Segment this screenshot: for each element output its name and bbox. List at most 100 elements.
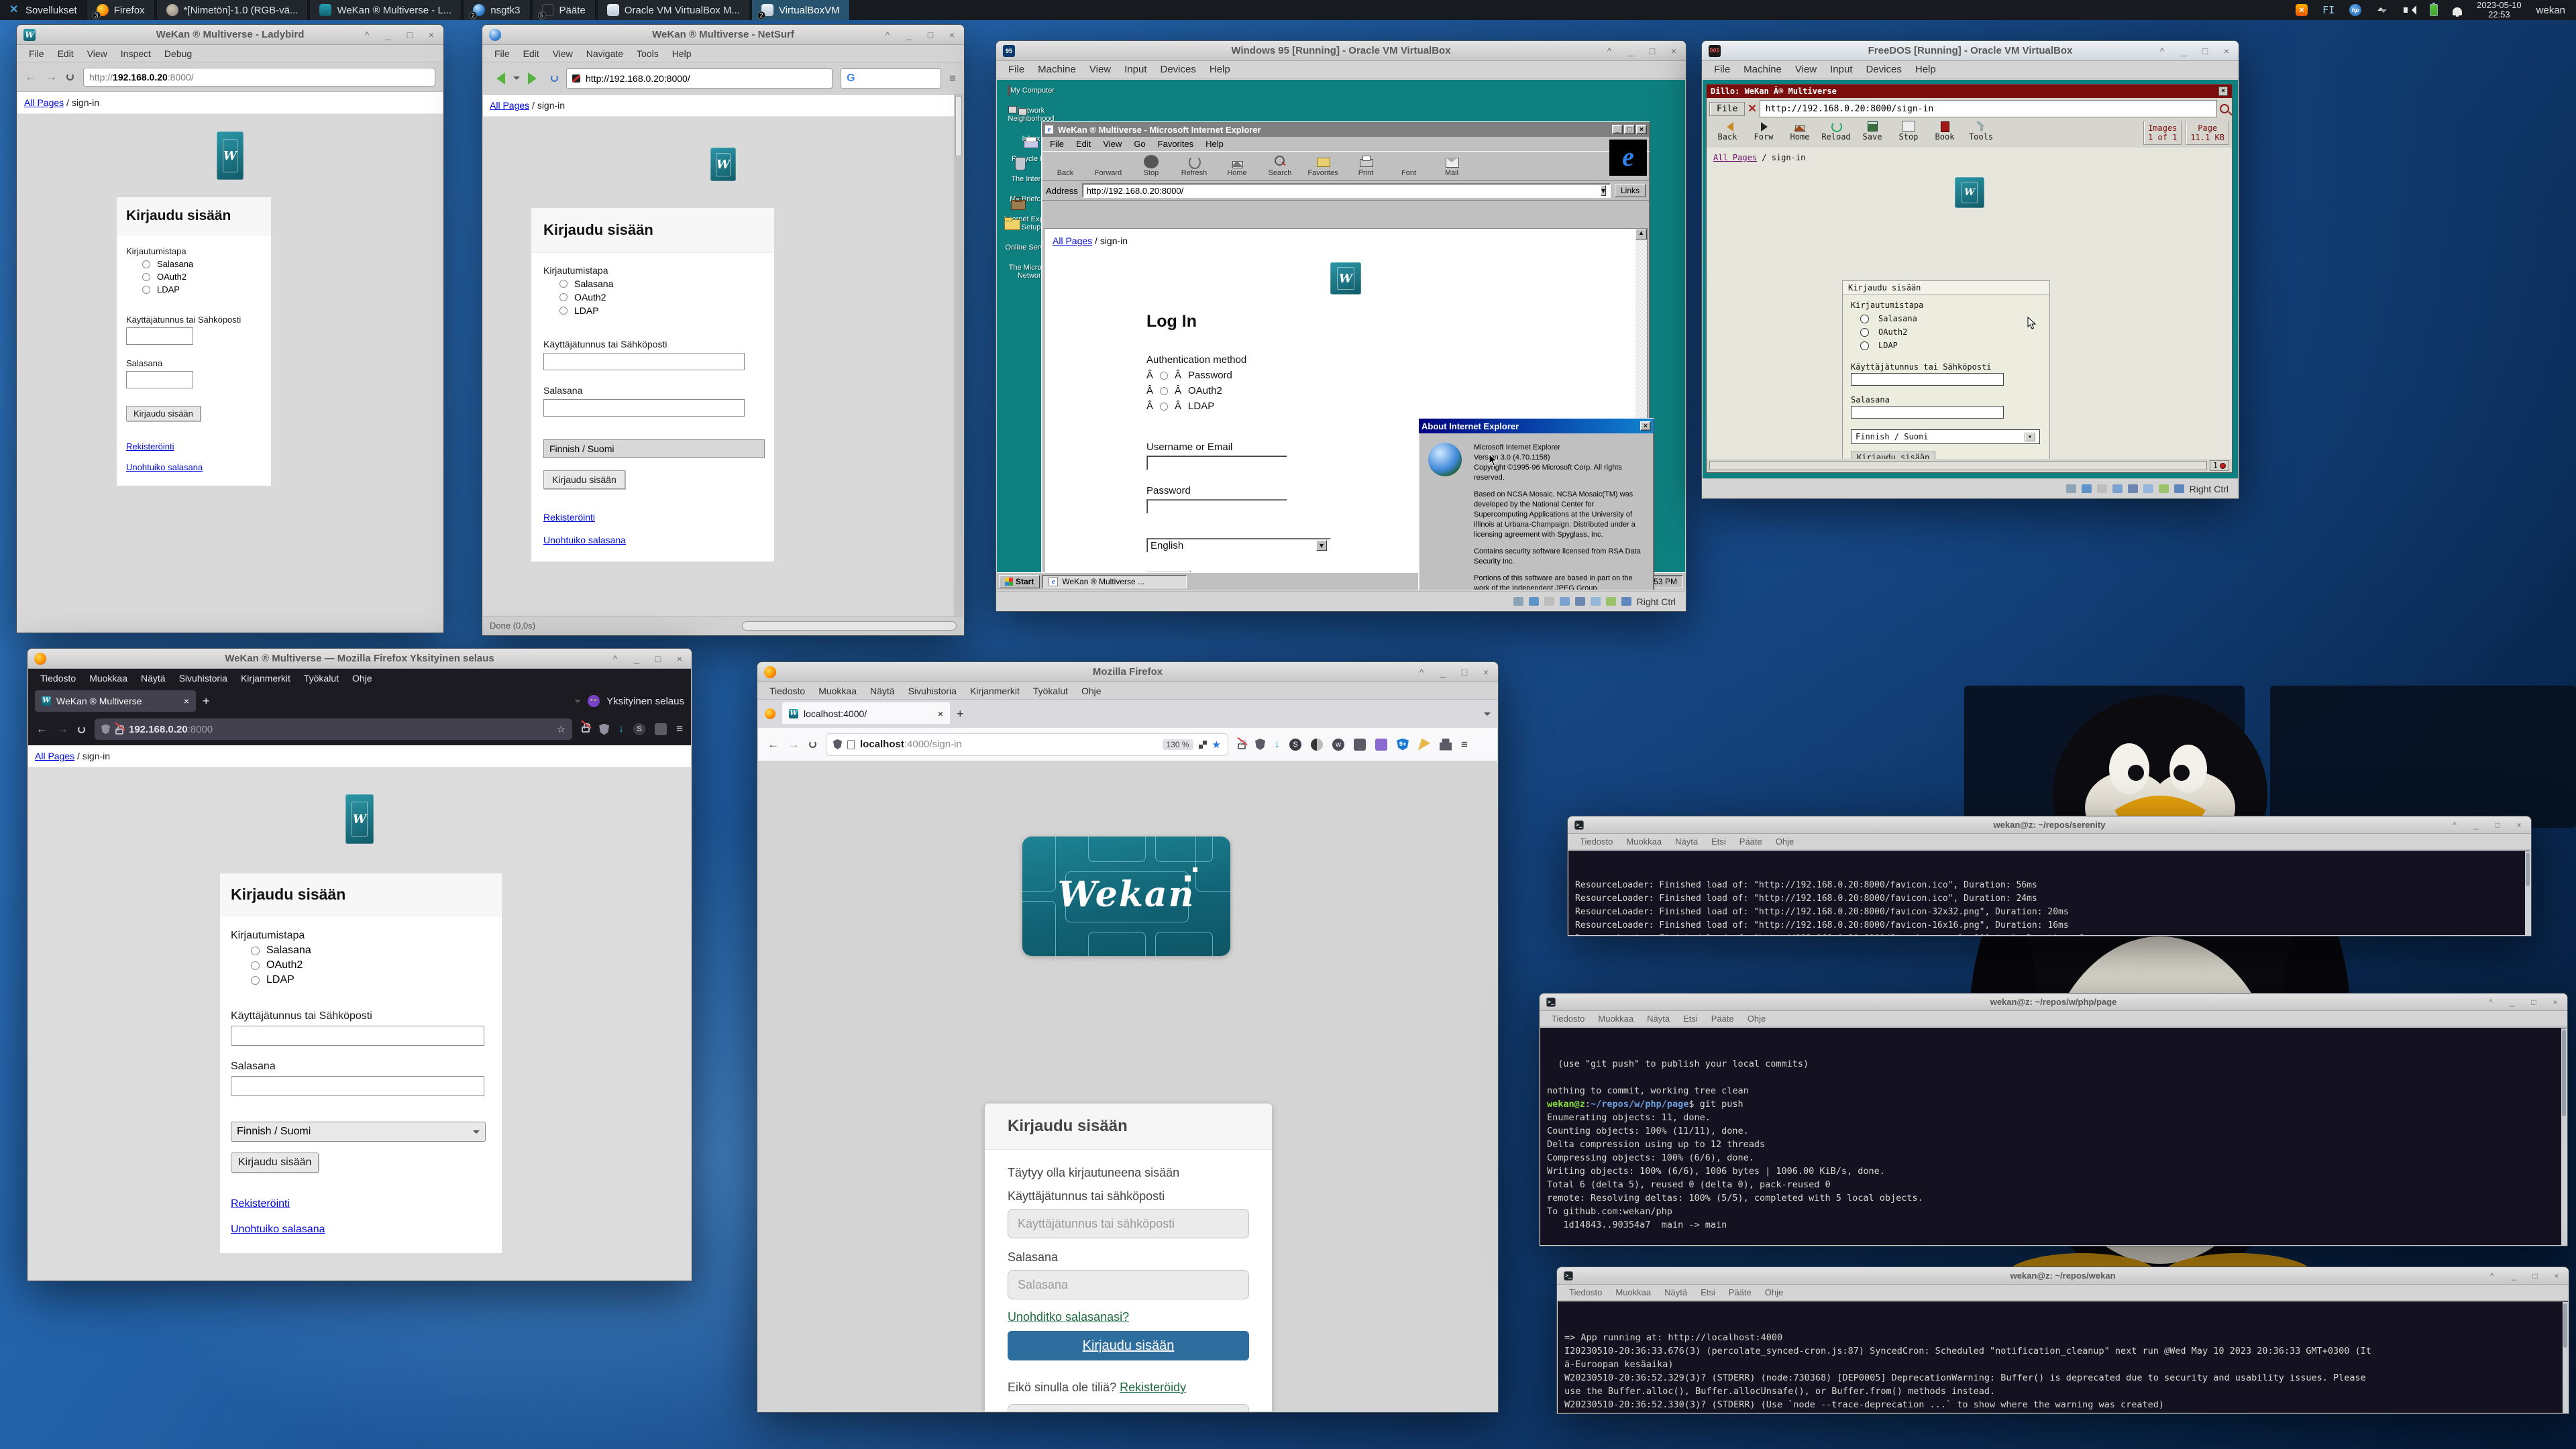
- menu-item[interactable]: Etsi: [1694, 1286, 1722, 1299]
- downloads-icon[interactable]: ↓: [1275, 739, 1280, 751]
- password-input[interactable]: [543, 399, 745, 417]
- taskbar-window-button[interactable]: Pääte 5: [532, 0, 596, 20]
- menu-item[interactable]: Pääte: [1722, 1286, 1758, 1299]
- terminal-titlebar[interactable]: >_ wekan@z: ~/repos/wekan ^_□×: [1557, 1267, 2569, 1285]
- radio-button[interactable]: [1860, 341, 1869, 350]
- username-input[interactable]: [543, 353, 745, 370]
- protections-icon[interactable]: [599, 724, 609, 735]
- menu-item[interactable]: Ohje: [1758, 1286, 1790, 1299]
- vbox-titlebar[interactable]: 95 Windows 95 [Running] - Oracle VM Virt…: [996, 41, 1686, 61]
- menu-item[interactable]: Muokkaa: [1619, 835, 1668, 848]
- password-input[interactable]: [231, 1076, 484, 1096]
- menu-item[interactable]: View: [546, 47, 580, 60]
- menu-item[interactable]: Help: [1909, 62, 1943, 76]
- rollup-button[interactable]: ^: [2485, 998, 2496, 1007]
- terminal-titlebar[interactable]: >_ wekan@z: ~/repos/serenity ^_□×: [1568, 816, 2531, 834]
- radio-button[interactable]: [559, 307, 568, 315]
- network-icon[interactable]: [2376, 4, 2388, 16]
- close-button[interactable]: ×: [426, 30, 437, 40]
- radio-button[interactable]: [1860, 328, 1869, 337]
- menu-item[interactable]: Muokkaa: [812, 684, 863, 698]
- password-input[interactable]: [1146, 499, 1287, 514]
- applications-menu-button[interactable]: ✕ Sovellukset: [0, 0, 87, 20]
- minimize-button[interactable]: _: [1438, 667, 1448, 678]
- menu-item[interactable]: Edit: [517, 47, 546, 60]
- ladybird-titlebar[interactable]: W WeKan ® Multiverse - Ladybird ^_□×: [17, 25, 443, 45]
- menu-item[interactable]: Näytä: [134, 672, 172, 685]
- menu-item[interactable]: Edit: [1071, 138, 1096, 150]
- register-link[interactable]: Rekisteröinti: [231, 1198, 290, 1210]
- search-icon[interactable]: [2220, 104, 2229, 113]
- menu-item[interactable]: Etsi: [1705, 835, 1733, 848]
- signin-button[interactable]: Kirjaudu sisään: [1008, 1331, 1249, 1360]
- minimize-button[interactable]: _: [904, 30, 914, 40]
- register-link[interactable]: Rekisteröinti: [126, 441, 174, 451]
- all-pages-link[interactable]: All Pages: [490, 100, 529, 111]
- firefox-titlebar[interactable]: Mozilla Firefox ^_□×: [757, 662, 1498, 682]
- menu-item[interactable]: Sivuhistoria: [902, 684, 963, 698]
- ie-toolbar-button[interactable]: Forward: [1087, 154, 1129, 178]
- file-button[interactable]: File: [1709, 102, 1745, 116]
- radio-button[interactable]: [251, 961, 260, 970]
- username-input[interactable]: [1146, 455, 1287, 470]
- menu-item[interactable]: View: [80, 47, 114, 60]
- highlighter-extension-icon[interactable]: [1418, 739, 1430, 751]
- ie-toolbar-button[interactable]: Print: [1345, 154, 1387, 178]
- menu-item[interactable]: Näytä: [863, 684, 902, 698]
- maximize-button[interactable]: □: [1459, 667, 1470, 678]
- close-button[interactable]: ×: [2550, 998, 2561, 1007]
- forward-icon[interactable]: →: [57, 722, 68, 736]
- ie-titlebar[interactable]: e WeKan ® Multiverse - Microsoft Interne…: [1042, 122, 1650, 137]
- tab-list-chevron-icon[interactable]: [1484, 712, 1491, 719]
- clock[interactable]: 2023-05-10 22:53: [2477, 1, 2522, 19]
- tab-close-icon[interactable]: ×: [184, 696, 189, 706]
- terminal-output[interactable]: (use "git push" to publish your local co…: [1540, 1028, 2567, 1245]
- menu-item[interactable]: Input: [1118, 62, 1153, 76]
- back-icon[interactable]: ←: [25, 70, 36, 84]
- menu-item[interactable]: Debug: [158, 47, 199, 60]
- back-icon[interactable]: ←: [36, 722, 48, 736]
- menu-item[interactable]: Tiedosto: [763, 684, 812, 698]
- taskbar-window-button[interactable]: Oracle VM VirtualBox M...: [597, 0, 750, 20]
- menu-item[interactable]: File: [22, 47, 51, 60]
- close-button[interactable]: ×: [1481, 667, 1491, 678]
- menu-item[interactable]: Help: [1200, 138, 1229, 150]
- dark-mode-extension-icon[interactable]: [1311, 739, 1323, 751]
- tab-localhost[interactable]: W localhost:4000/ ×: [782, 702, 950, 725]
- menu-item[interactable]: Input: [1823, 62, 1859, 76]
- close-button[interactable]: ×: [2218, 87, 2228, 96]
- menu-item[interactable]: View: [1097, 138, 1127, 150]
- close-button[interactable]: ×: [947, 30, 957, 40]
- all-pages-link[interactable]: All Pages: [35, 751, 74, 761]
- dillo-titlebar[interactable]: Dillo: WeKan Â® Multiverse ×: [1707, 85, 2232, 98]
- ie-toolbar-button[interactable]: Refresh: [1173, 154, 1215, 178]
- rollup-button[interactable]: ^: [2157, 46, 2167, 56]
- signin-button[interactable]: Kirjaudu sisään: [1851, 451, 1935, 459]
- username-input[interactable]: [126, 327, 193, 345]
- menu-item[interactable]: Ohje: [1769, 835, 1801, 848]
- menu-item[interactable]: File: [488, 47, 517, 60]
- taskbar-window-button[interactable]: Firefox 3: [87, 0, 155, 20]
- clear-url-icon[interactable]: ✕: [1748, 102, 1756, 115]
- menu-item[interactable]: View: [1788, 62, 1823, 76]
- maximize-button[interactable]: □: [925, 30, 936, 40]
- url-bar[interactable]: 192.168.0.20:8000 ☆: [95, 718, 572, 740]
- dillo-toolbar-button[interactable]: Home: [1782, 121, 1818, 142]
- menu-item[interactable]: Tiedosto: [1573, 835, 1619, 848]
- language-select[interactable]: Finnish / Suomi: [543, 439, 765, 458]
- register-link[interactable]: Rekisteröidy: [1120, 1381, 1186, 1394]
- menu-item[interactable]: Tiedosto: [1545, 1012, 1591, 1025]
- menu-icon[interactable]: ≡: [1461, 738, 1468, 751]
- rollup-button[interactable]: ^: [2449, 820, 2460, 830]
- signin-button[interactable]: Kirjaudu sisään: [543, 470, 625, 489]
- dillo-toolbar-button[interactable]: Save: [1854, 121, 1890, 142]
- menu-item[interactable]: Navigate: [580, 47, 630, 60]
- terminal-titlebar[interactable]: >_ wekan@z: ~/repos/w/php/page ^_□×: [1540, 994, 2567, 1011]
- language-select[interactable]: Suomi: [1008, 1404, 1249, 1411]
- password-input[interactable]: [126, 371, 193, 388]
- minimize-button[interactable]: _: [2508, 1271, 2519, 1281]
- menu-item[interactable]: Kirjanmerkit: [234, 672, 297, 685]
- all-pages-link[interactable]: All Pages: [1713, 153, 1757, 162]
- dillo-toolbar-button[interactable]: Stop: [1890, 121, 1927, 142]
- menu-item[interactable]: Edit: [51, 47, 80, 60]
